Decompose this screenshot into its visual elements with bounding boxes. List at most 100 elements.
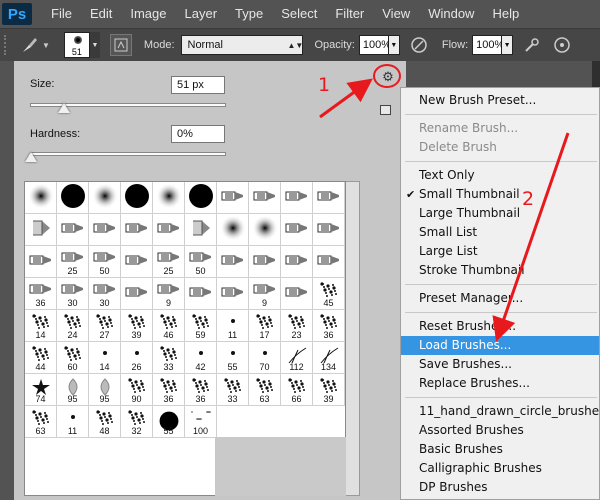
menu-select[interactable]: Select <box>272 0 326 28</box>
menu-item-load-brushes[interactable]: Load Brushes... <box>401 336 599 355</box>
brush-preset-cell[interactable] <box>217 246 249 278</box>
brush-preset-cell[interactable]: 46 <box>153 310 185 342</box>
brush-preset-cell[interactable]: 63 <box>249 374 281 406</box>
brush-preset-cell[interactable] <box>121 182 153 214</box>
brush-preset-cell[interactable]: 95 <box>89 374 121 406</box>
menu-item-large-thumbnail[interactable]: Large Thumbnail <box>401 204 599 223</box>
brush-preset-cell[interactable]: 48 <box>89 406 121 438</box>
menu-item-stroke-thumbnail[interactable]: Stroke Thumbnail <box>401 261 599 280</box>
flow-dropdown-icon[interactable]: ▼ <box>502 35 514 55</box>
new-preset-icon[interactable] <box>380 105 391 115</box>
brush-preset-cell[interactable] <box>57 182 89 214</box>
brush-preset-cell[interactable]: 60 <box>57 342 89 374</box>
menu-item-basic-brushes[interactable]: Basic Brushes <box>401 440 599 459</box>
brush-preset-cell[interactable]: 26 <box>121 342 153 374</box>
size-slider-thumb[interactable] <box>58 103 71 113</box>
flow-input[interactable]: 100% <box>472 35 504 55</box>
brush-preset-cell[interactable] <box>281 182 313 214</box>
brush-preset-cell[interactable] <box>249 246 281 278</box>
brush-preset-cell[interactable]: 112 <box>281 342 313 374</box>
brush-preset-cell[interactable]: 134 <box>313 342 345 374</box>
brush-preset-cell[interactable]: 50 <box>89 246 121 278</box>
brush-preset-cell[interactable] <box>185 214 217 246</box>
opacity-input[interactable]: 100% <box>358 35 391 55</box>
menu-view[interactable]: View <box>373 0 419 28</box>
brush-preset-cell[interactable] <box>313 182 345 214</box>
brush-preset-cell[interactable] <box>185 278 217 310</box>
brush-preset-cell[interactable]: 11 <box>217 310 249 342</box>
menu-item-small-list[interactable]: Small List <box>401 223 599 242</box>
brush-preset-cell[interactable] <box>281 246 313 278</box>
brush-preset-picker[interactable]: 51 <box>63 32 90 58</box>
brush-preset-cell[interactable]: 45 <box>313 278 345 310</box>
brush-preset-cell[interactable]: 27 <box>89 310 121 342</box>
brush-preset-cell[interactable]: 9 <box>153 278 185 310</box>
brush-preset-cell[interactable]: 55 <box>153 406 185 438</box>
brush-preset-cell[interactable]: 33 <box>217 374 249 406</box>
hardness-input[interactable]: 0% <box>171 125 225 143</box>
menu-layer[interactable]: Layer <box>176 0 227 28</box>
pressure-opacity-icon[interactable] <box>408 34 430 56</box>
menu-item-assorted-brushes[interactable]: Assorted Brushes <box>401 421 599 440</box>
brush-preset-cell[interactable] <box>25 246 57 278</box>
brush-preset-cell[interactable] <box>57 214 89 246</box>
menu-item-preset-manager[interactable]: Preset Manager... <box>401 289 599 308</box>
opacity-dropdown-icon[interactable]: ▼ <box>388 35 400 55</box>
menu-item-replace-brushes[interactable]: Replace Brushes... <box>401 374 599 393</box>
brush-preset-cell[interactable]: 100 <box>185 406 217 438</box>
menu-item-reset-brushes[interactable]: Reset Brushes... <box>401 317 599 336</box>
menu-image[interactable]: Image <box>121 0 175 28</box>
menu-item-11-hand-drawn-circle-brushes-by[interactable]: 11_hand_drawn_circle_brushes_by <box>401 402 599 421</box>
brush-preset-cell[interactable]: 32 <box>121 406 153 438</box>
menu-item-dp-brushes[interactable]: DP Brushes <box>401 478 599 497</box>
menu-file[interactable]: File <box>42 0 81 28</box>
tool-preset-caret-icon[interactable]: ▼ <box>42 41 50 50</box>
brush-tool-icon[interactable] <box>18 34 40 56</box>
menu-type[interactable]: Type <box>226 0 272 28</box>
brush-preset-cell[interactable]: 14 <box>25 310 57 342</box>
mode-select[interactable]: Normal ▲▼ <box>180 35 303 55</box>
brush-preset-cell[interactable]: 44 <box>25 342 57 374</box>
brush-preset-cell[interactable] <box>25 182 57 214</box>
menu-window[interactable]: Window <box>419 0 483 28</box>
brush-preset-cell[interactable]: 90 <box>121 374 153 406</box>
brush-preset-cell[interactable]: 24 <box>57 310 89 342</box>
size-slider[interactable] <box>30 103 226 113</box>
brush-preset-cell[interactable]: 66 <box>281 374 313 406</box>
preset-grid-scrollbar[interactable] <box>346 181 360 496</box>
brush-preset-cell[interactable] <box>121 214 153 246</box>
menu-item-small-thumbnail[interactable]: ✔ Small Thumbnail <box>401 185 599 204</box>
menu-filter[interactable]: Filter <box>326 0 373 28</box>
menu-item-new-brush-preset[interactable]: New Brush Preset... <box>401 91 599 110</box>
menu-item-save-brushes[interactable]: Save Brushes... <box>401 355 599 374</box>
brush-preset-cell[interactable] <box>153 182 185 214</box>
brush-preset-cell[interactable] <box>313 214 345 246</box>
brush-preset-cell[interactable]: 74 <box>25 374 57 406</box>
brush-panel-toggle-icon[interactable] <box>109 34 132 56</box>
brush-preset-cell[interactable]: 17 <box>249 310 281 342</box>
brush-preset-cell[interactable]: 25 <box>57 246 89 278</box>
brush-preset-cell[interactable]: 33 <box>153 342 185 374</box>
pressure-size-icon[interactable] <box>551 34 573 56</box>
menu-item-calligraphic-brushes[interactable]: Calligraphic Brushes <box>401 459 599 478</box>
brush-preset-cell[interactable] <box>25 214 57 246</box>
brush-preset-cell[interactable]: 39 <box>313 374 345 406</box>
brush-preset-cell[interactable] <box>89 214 121 246</box>
menu-item-large-list[interactable]: Large List <box>401 242 599 261</box>
options-grip[interactable] <box>4 35 10 55</box>
brush-preset-cell[interactable]: 59 <box>185 310 217 342</box>
brush-preset-cell[interactable]: 11 <box>57 406 89 438</box>
brush-preset-cell[interactable]: 55 <box>217 342 249 374</box>
brush-picker-chevron-icon[interactable]: ▼ <box>89 32 100 58</box>
brush-preset-cell[interactable] <box>217 182 249 214</box>
brush-preset-cell[interactable]: 50 <box>185 246 217 278</box>
brush-preset-cell[interactable] <box>185 182 217 214</box>
menu-item-text-only[interactable]: Text Only <box>401 166 599 185</box>
brush-preset-cell[interactable]: 39 <box>121 310 153 342</box>
brush-preset-cell[interactable] <box>249 182 281 214</box>
brush-preset-cell[interactable] <box>121 246 153 278</box>
brush-preset-cell[interactable] <box>217 278 249 310</box>
brush-preset-cell[interactable] <box>313 246 345 278</box>
brush-preset-cell[interactable]: 42 <box>185 342 217 374</box>
brush-preset-cell[interactable]: 25 <box>153 246 185 278</box>
